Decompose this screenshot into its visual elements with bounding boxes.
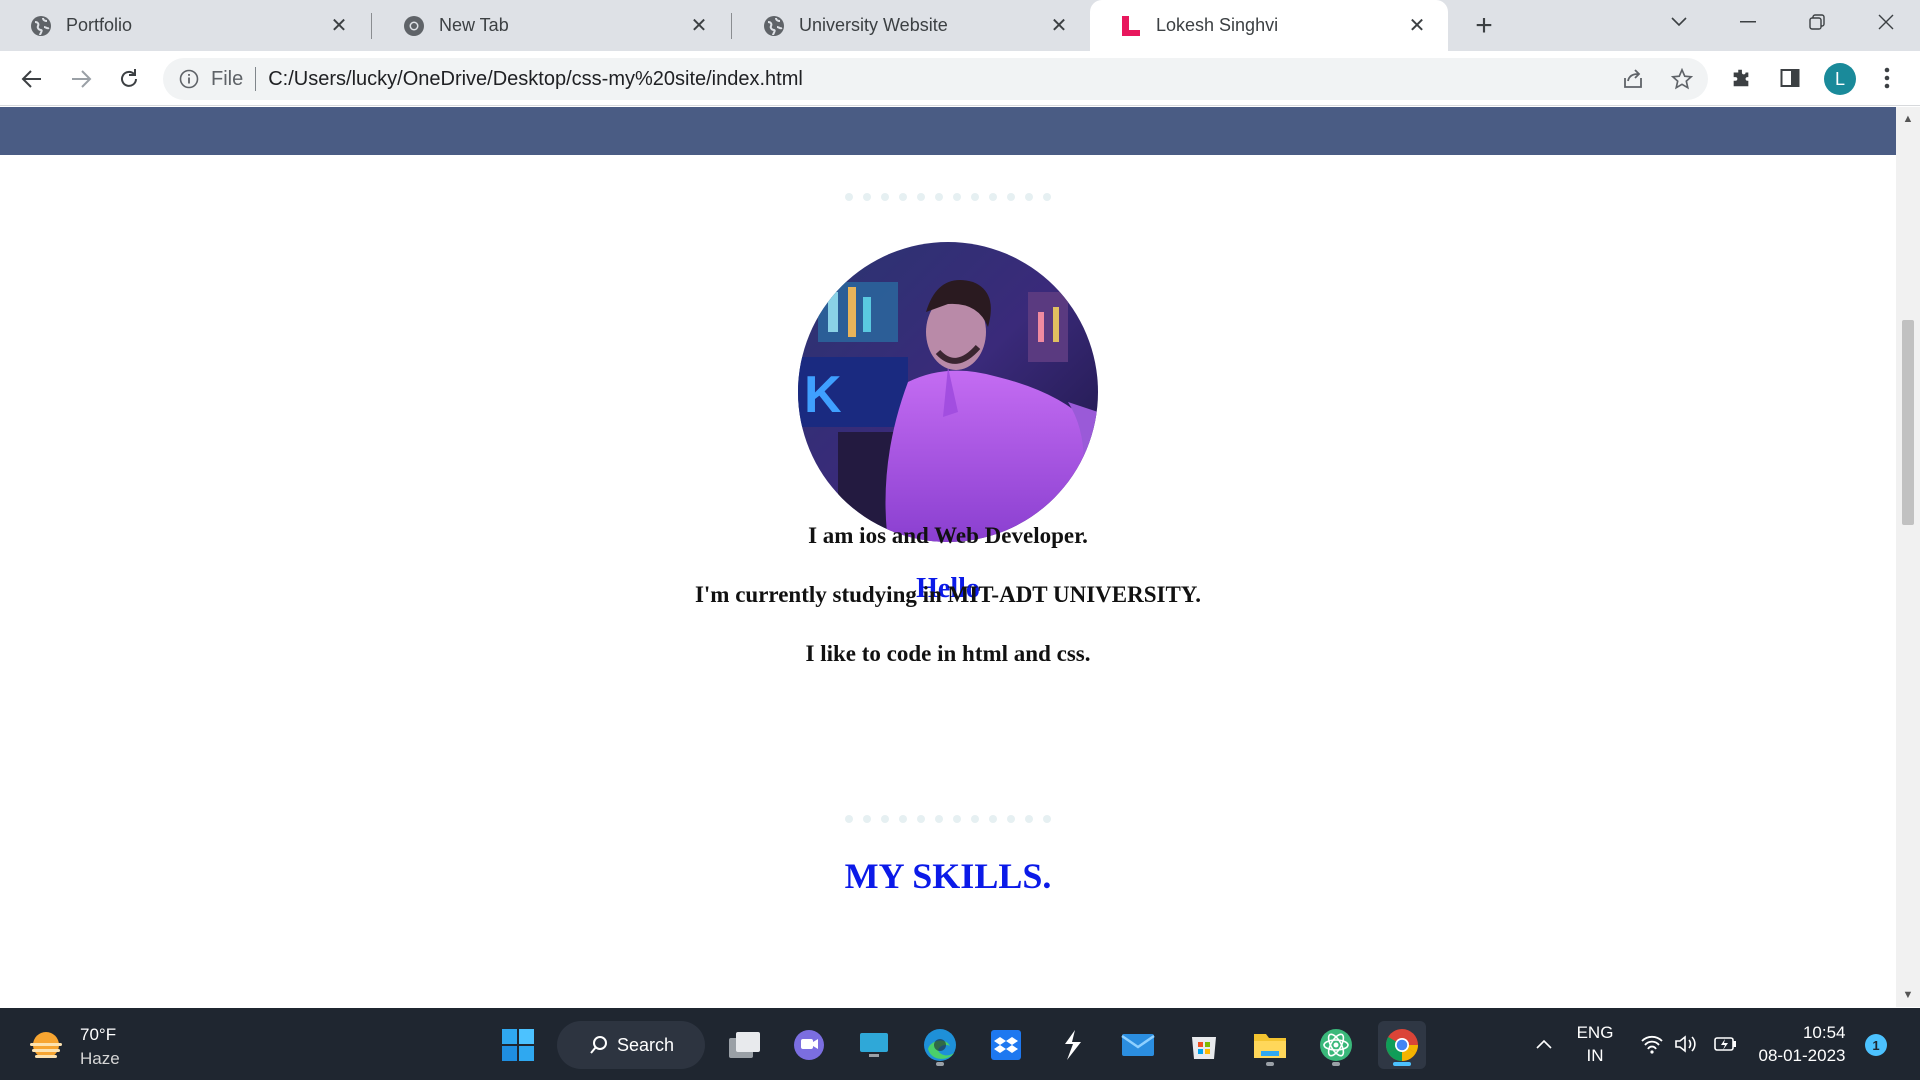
notification-badge[interactable]: 1 xyxy=(1865,1034,1887,1056)
microsoft-store-icon[interactable] xyxy=(1180,1021,1228,1069)
running-indicator xyxy=(1332,1062,1340,1066)
restore-icon[interactable] xyxy=(1789,0,1845,44)
tab-portfolio[interactable]: Portfolio ✕ xyxy=(0,0,370,51)
intro-line: I like to code in html and css. xyxy=(805,641,1091,666)
L-logo-icon xyxy=(1120,15,1142,37)
reload-button[interactable] xyxy=(110,60,148,98)
profile-avatar[interactable]: L xyxy=(1824,63,1856,95)
dot-divider xyxy=(0,815,1896,823)
tab-new-tab[interactable]: New Tab ✕ xyxy=(373,0,730,51)
intro-line: I'm currently studying in MIT-ADT UNIVER… xyxy=(694,582,1202,607)
language-line2: IN xyxy=(1586,1046,1604,1065)
tab-search-chevron-icon[interactable] xyxy=(1651,0,1707,44)
chrome-icon xyxy=(403,15,425,37)
info-icon[interactable] xyxy=(177,67,201,91)
edge-browser-icon[interactable] xyxy=(916,1021,964,1069)
swift-icon[interactable] xyxy=(1048,1021,1096,1069)
close-tab-icon[interactable]: ✕ xyxy=(686,13,712,39)
windows-taskbar: 70°F Haze Search ENG IN 10:54 08-01-2023… xyxy=(0,1008,1920,1080)
tab-title: New Tab xyxy=(439,15,509,35)
weather-temp: 70°F xyxy=(80,1025,117,1044)
tab-separator xyxy=(731,13,732,39)
language-indicator[interactable]: ENG IN xyxy=(1570,1008,1620,1080)
close-tab-icon[interactable]: ✕ xyxy=(326,13,352,39)
active-indicator xyxy=(1393,1062,1411,1066)
site-header-bar xyxy=(0,107,1896,155)
svg-text:K: K xyxy=(804,366,842,424)
mail-icon[interactable] xyxy=(1114,1021,1162,1069)
running-indicator xyxy=(936,1062,944,1066)
profile-photo: K xyxy=(798,242,1098,542)
weather-widget[interactable]: 70°F Haze xyxy=(26,1023,120,1071)
new-tab-button[interactable]: + xyxy=(1466,8,1502,44)
volume-icon[interactable] xyxy=(1672,1008,1700,1080)
start-windows-icon[interactable] xyxy=(494,1021,542,1069)
scroll-down-arrow-icon[interactable]: ▼ xyxy=(1896,985,1920,1005)
bookmark-star-icon[interactable] xyxy=(1663,58,1701,100)
taskbar-search[interactable]: Search xyxy=(557,1021,705,1069)
tab-lokesh-singhvi[interactable]: Lokesh Singhvi ✕ xyxy=(1090,0,1448,51)
browser-toolbar: File C:/Users/lucky/OneDrive/Desktop/css… xyxy=(0,51,1920,106)
globe-icon xyxy=(763,15,785,37)
share-icon[interactable] xyxy=(1614,58,1652,100)
battery-charging-icon[interactable] xyxy=(1711,1008,1739,1080)
tab-university-website[interactable]: University Website ✕ xyxy=(733,0,1090,51)
close-window-icon[interactable] xyxy=(1858,0,1914,44)
tab-separator xyxy=(371,13,372,39)
dropbox-icon[interactable] xyxy=(982,1021,1030,1069)
clock-widget[interactable]: 10:54 08-01-2023 xyxy=(1752,1008,1852,1080)
back-button[interactable] xyxy=(13,60,51,98)
file-explorer-icon[interactable] xyxy=(1246,1021,1294,1069)
side-panel-icon[interactable] xyxy=(1771,59,1809,97)
search-icon xyxy=(590,1036,607,1054)
search-label: Search xyxy=(617,1034,675,1055)
haze-sun-icon xyxy=(26,1027,66,1067)
tab-strip: Portfolio ✕ New Tab ✕ University Website… xyxy=(0,0,1920,51)
url-text[interactable]: C:/Users/lucky/OneDrive/Desktop/css-my%2… xyxy=(268,68,803,91)
close-tab-icon[interactable]: ✕ xyxy=(1404,13,1430,39)
address-separator xyxy=(255,67,257,91)
scrollbar-thumb[interactable] xyxy=(1902,320,1914,525)
skills-heading: MY SKILLS. xyxy=(844,856,1052,896)
scroll-up-arrow-icon[interactable]: ▲ xyxy=(1896,109,1920,129)
weather-condition: Haze xyxy=(80,1049,120,1068)
intro-line: I am ios and Web Developer. xyxy=(808,523,1088,548)
running-indicator xyxy=(1266,1062,1274,1066)
page-scrollbar[interactable]: ▲ ▼ xyxy=(1896,107,1920,1007)
language-line1: ENG xyxy=(1576,1023,1614,1042)
dot-divider xyxy=(0,193,1896,201)
wifi-icon[interactable] xyxy=(1638,1008,1666,1080)
tab-title: Lokesh Singhvi xyxy=(1156,15,1279,35)
chrome-icon[interactable] xyxy=(1378,1021,1426,1069)
atom-editor-icon[interactable] xyxy=(1312,1021,1360,1069)
desktop-monitor-icon[interactable] xyxy=(850,1021,898,1069)
clock-time: 10:54 xyxy=(1802,1023,1846,1042)
show-hidden-icons-chevron-icon[interactable] xyxy=(1530,1008,1558,1080)
tab-title: Portfolio xyxy=(66,15,133,35)
clock-date: 08-01-2023 xyxy=(1758,1046,1846,1065)
page-viewport: K Hello I am ios and Web Developer. I'm … xyxy=(0,107,1896,1007)
scheme-label: File xyxy=(211,67,244,90)
address-bar[interactable]: File C:/Users/lucky/OneDrive/Desktop/css… xyxy=(163,58,1708,100)
forward-button[interactable] xyxy=(62,60,100,98)
tab-title: University Website xyxy=(799,15,948,35)
globe-icon xyxy=(30,15,52,37)
close-tab-icon[interactable]: ✕ xyxy=(1046,13,1072,39)
menu-kebab-icon[interactable] xyxy=(1868,59,1906,97)
minimize-icon[interactable] xyxy=(1720,0,1776,44)
teams-chat-icon[interactable] xyxy=(785,1021,833,1069)
task-view-icon[interactable] xyxy=(720,1021,768,1069)
extensions-puzzle-icon[interactable] xyxy=(1722,59,1760,97)
